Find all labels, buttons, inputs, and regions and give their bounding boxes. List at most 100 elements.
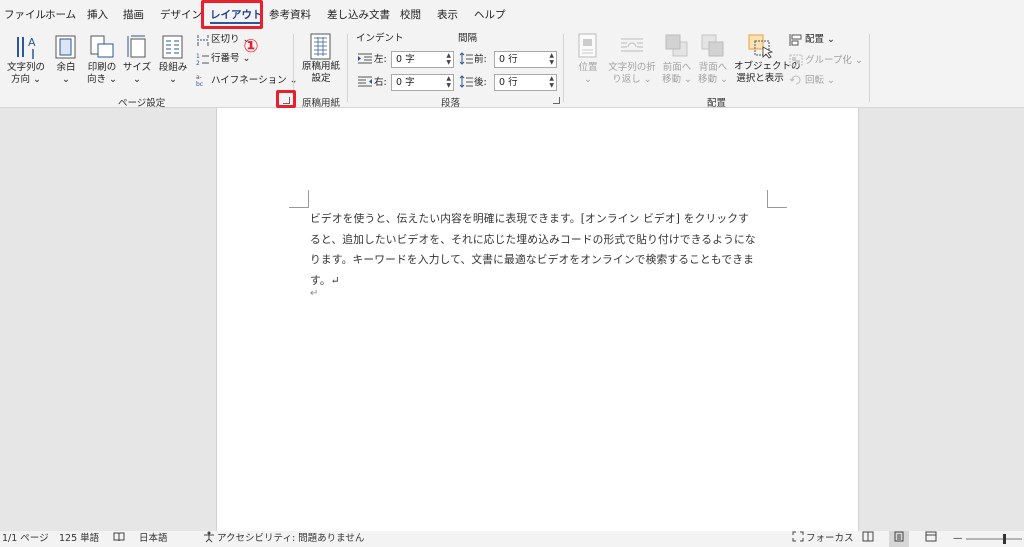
tab-file[interactable]: ファイル — [4, 0, 46, 29]
indent-left-label: 左: — [374, 54, 387, 65]
indent-right-label: 右: — [374, 77, 387, 88]
size-icon — [127, 35, 146, 58]
paragraph-mark: ↵ — [310, 288, 319, 299]
margin-corner-mark — [289, 190, 309, 208]
group-label-page-setup: ページ設定 — [118, 98, 166, 109]
text-line: ビデオを使うと、伝えたい内容を明確に表現できます。[オンライン ビデオ] をクリ… — [310, 212, 750, 225]
group-divider — [563, 34, 564, 102]
print-layout-icon[interactable] — [889, 531, 909, 547]
bring-forward-button[interactable]: 前面へ 移動 ⌄ — [658, 62, 696, 86]
rotate-button[interactable]: 回転 ⌄ — [805, 75, 835, 87]
rotate-icon — [789, 75, 801, 85]
page-count[interactable]: 1/1 ページ — [2, 531, 49, 547]
columns-button[interactable]: 段組み ⌄ — [156, 62, 190, 86]
wrap-text-button[interactable]: 文字列の折 り返し ⌄ — [606, 62, 658, 86]
text-direction-icon: A — [17, 36, 36, 59]
text-line: ります。キーワードを入力して、文書に最適なビデオをオンラインで検索することもでき… — [310, 253, 755, 266]
language-indicator[interactable]: 日本語 — [139, 531, 168, 547]
annotation-marker-1: ① — [243, 36, 259, 57]
paragraph-dialog-launcher[interactable] — [553, 97, 560, 104]
text-direction-button[interactable]: 文字列の 方向 ⌄ — [4, 62, 48, 86]
send-backward-button[interactable]: 背面へ 移動 ⌄ — [694, 62, 732, 86]
highlight-box-layout-tab — [201, 0, 263, 29]
group-divider — [347, 34, 348, 102]
margin-corner-mark — [767, 190, 787, 208]
manuscript-paper-icon — [310, 33, 331, 60]
highlight-box-page-setup-launcher — [276, 90, 296, 108]
group-label-manuscript: 原稿用紙 — [302, 98, 341, 109]
spacing-before-input[interactable]: 0 行 ▲ ▼ — [494, 51, 557, 68]
svg-text:2: 2 — [196, 60, 200, 66]
spin-arrows-icon[interactable]: ▲ ▼ — [549, 52, 554, 66]
margins-button[interactable]: 余白 ⌄ — [52, 62, 80, 86]
spin-arrows-icon[interactable]: ▲ ▼ — [446, 52, 451, 66]
selection-pane-icon — [748, 34, 773, 59]
position-icon — [578, 33, 597, 58]
group-button[interactable]: グループ化 ⌄ — [805, 55, 863, 67]
align-icon — [789, 34, 802, 46]
svg-text:1: 1 — [196, 53, 200, 60]
orientation-icon — [90, 35, 114, 58]
spacing-after-input[interactable]: 0 行 ▲ ▼ — [494, 74, 557, 91]
margins-icon — [55, 35, 76, 59]
breaks-icon — [197, 35, 209, 46]
indent-right-icon — [358, 76, 372, 87]
position-button[interactable]: 位置 ⌄ — [573, 62, 603, 86]
tab-references[interactable]: 参考資料 — [269, 0, 311, 29]
spacing-after-label: 後: — [474, 77, 487, 88]
selection-pane-button[interactable]: オブジェクトの 選択と表示 — [734, 61, 801, 85]
spin-arrows-icon[interactable]: ▲ ▼ — [549, 75, 554, 89]
indent-left-icon — [358, 53, 372, 64]
tab-home[interactable]: ホーム — [45, 0, 76, 29]
group-divider — [869, 34, 870, 102]
line-numbers-icon: 12 — [196, 53, 209, 66]
tab-review[interactable]: 校閲 — [400, 0, 421, 29]
document-page[interactable] — [216, 108, 859, 531]
hyphenation-icon: a-bc — [196, 74, 203, 87]
status-bar: 1/1 ページ 125 単語 日本語 アクセシビリティ: 問題ありません フォー… — [0, 531, 1024, 547]
bring-forward-icon — [665, 34, 688, 57]
tab-design[interactable]: デザイン — [160, 0, 202, 29]
tab-view[interactable]: 表示 — [437, 0, 458, 29]
accessibility-status[interactable]: アクセシビリティ: 問題ありません — [217, 531, 364, 547]
word-count[interactable]: 125 単語 — [59, 531, 99, 547]
web-layout-icon[interactable] — [925, 531, 937, 547]
indent-heading: インデント — [356, 33, 404, 44]
columns-icon — [162, 35, 183, 59]
text-line: す。↵ — [310, 273, 340, 287]
read-mode-icon[interactable] — [862, 531, 874, 547]
zoom-slider[interactable] — [966, 531, 1022, 547]
text-line: ると、追加したいビデオを、それに応じた埋め込みコードの形式で貼り付けできるように… — [310, 232, 756, 246]
focus-button[interactable]: フォーカス — [806, 531, 854, 547]
tab-help[interactable]: ヘルプ — [474, 0, 506, 29]
focus-icon — [792, 531, 804, 547]
spacing-before-icon — [459, 52, 473, 65]
spacing-heading: 間隔 — [458, 33, 478, 44]
send-backward-icon — [701, 34, 724, 57]
zoom-out-icon[interactable]: — — [953, 531, 963, 547]
tab-insert[interactable]: 挿入 — [87, 0, 108, 29]
group-label-paragraph: 段落 — [441, 98, 461, 109]
proofing-book-icon[interactable] — [113, 531, 125, 547]
orientation-button[interactable]: 印刷の 向き ⌄ — [84, 62, 120, 86]
menu-bar: ファイル ホーム 挿入 描画 デザイン レイアウト 参考資料 差し込み文書 校閲… — [0, 0, 1024, 29]
svg-text:a-: a- — [196, 74, 202, 81]
tab-mailings[interactable]: 差し込み文書 — [327, 0, 390, 29]
document-body-text[interactable]: ビデオを使うと、伝えたい内容を明確に表現できます。[オンライン ビデオ] をクリ… — [310, 209, 774, 291]
size-button[interactable]: サイズ ⌄ — [122, 62, 152, 86]
manuscript-settings-button[interactable]: 原稿用紙 設定 — [298, 61, 344, 85]
group-objects-icon — [789, 54, 803, 66]
accessibility-icon — [203, 531, 215, 547]
indent-left-input[interactable]: 0 字 ▲ ▼ — [391, 51, 454, 68]
spin-arrows-icon[interactable]: ▲ ▼ — [446, 75, 451, 89]
wrap-text-icon — [621, 38, 643, 52]
hyphenation-button[interactable]: ハイフネーション ⌄ — [211, 75, 298, 87]
align-button[interactable]: 配置 ⌄ — [805, 34, 835, 46]
group-label-arrange: 配置 — [707, 98, 727, 109]
spacing-before-label: 前: — [474, 54, 487, 65]
spacing-after-icon — [459, 75, 473, 88]
svg-text:A: A — [28, 36, 36, 49]
svg-text:bc: bc — [196, 81, 203, 87]
indent-right-input[interactable]: 0 字 ▲ ▼ — [391, 74, 454, 91]
tab-draw[interactable]: 描画 — [123, 0, 144, 29]
